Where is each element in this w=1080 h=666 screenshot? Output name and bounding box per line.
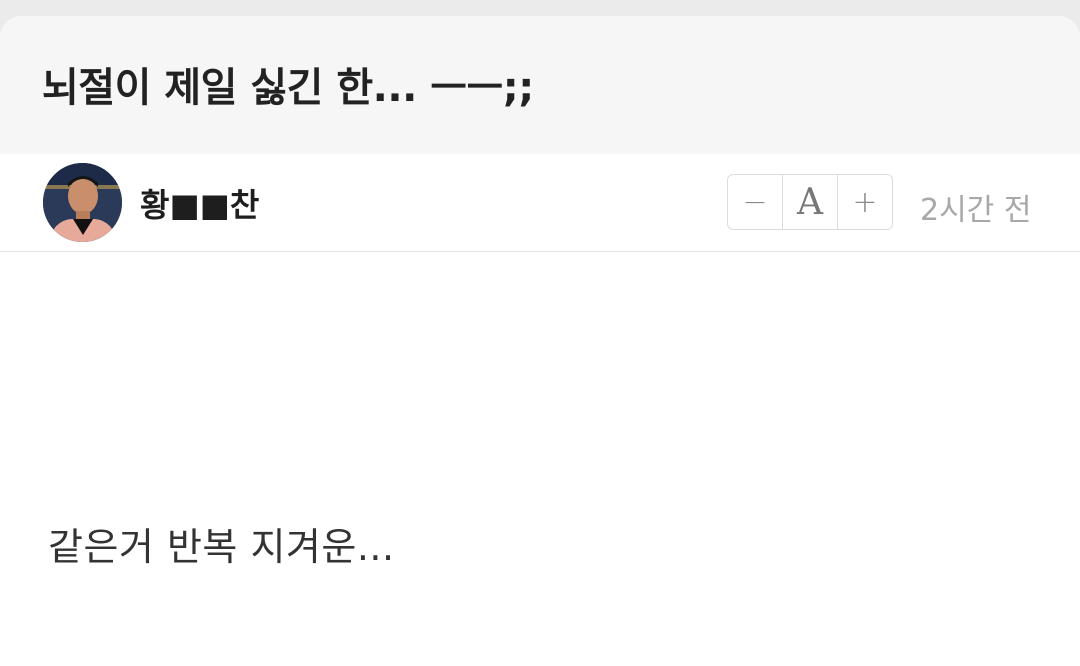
post-title: 뇌절이 제일 싫긴 한... ㅡㅡ;; xyxy=(42,65,534,111)
post-body: 같은거 반복 지겨운... xyxy=(48,525,395,569)
font-size-button[interactable]: A xyxy=(782,175,837,229)
post-timestamp: 2시간 전 xyxy=(920,193,1032,228)
author-name[interactable]: 황■■찬 xyxy=(140,180,259,226)
avatar-photo xyxy=(43,163,122,242)
post-card: 뇌절이 제일 싫긴 한... ㅡㅡ;; 황■■찬 − A + 2시간 전 같은거… xyxy=(0,16,1080,666)
font-decrease-button[interactable]: − xyxy=(728,175,782,229)
avatar[interactable] xyxy=(43,163,122,242)
post-header: 뇌절이 제일 싫긴 한... ㅡㅡ;; xyxy=(0,16,1080,154)
font-size-controls: − A + xyxy=(727,174,893,230)
post-meta: 황■■찬 − A + 2시간 전 xyxy=(0,154,1080,252)
font-increase-button[interactable]: + xyxy=(837,175,892,229)
